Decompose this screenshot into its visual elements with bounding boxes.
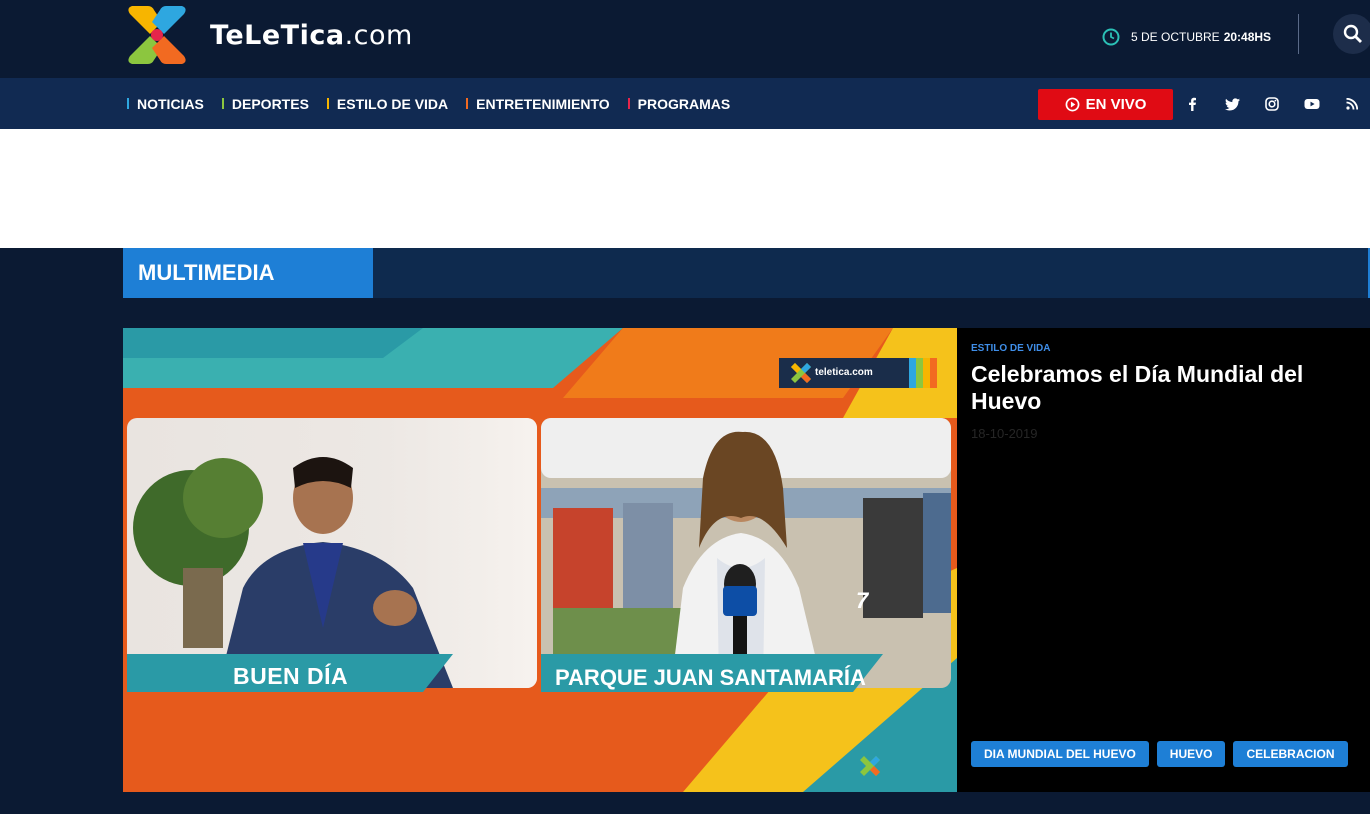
nav-item-label: NOTICIAS [137, 95, 204, 112]
play-circle-icon [1065, 97, 1079, 112]
nav-item-label: DEPORTES [231, 95, 309, 112]
video-caption-left: BUEN DÍA [233, 663, 349, 689]
video-logo-bug-text: teletica.com [815, 367, 873, 378]
search-button[interactable] [1333, 14, 1370, 54]
facebook-icon [1189, 97, 1196, 111]
nav-item-estilo-de-vida[interactable]: ESTILO DE VIDA [326, 95, 449, 112]
live-button[interactable]: EN VIVO [1038, 89, 1173, 120]
nav-accent-bar [466, 98, 469, 109]
nav-item-label: PROGRAMAS [637, 95, 731, 112]
nav-accent-bar [627, 98, 630, 109]
logo-wordmark: TeLeTica.com [210, 19, 413, 51]
top-header: TeLeTica.com 5 DE OCTUBRE 20:48HS [0, 0, 1370, 78]
nav-item-programas[interactable]: PROGRAMAS [627, 95, 731, 112]
nav-item-entretenimiento[interactable]: ENTRETENIMIENTO [466, 96, 610, 112]
facebook-link[interactable] [1182, 94, 1202, 114]
nav-item-deportes[interactable]: DEPORTES [221, 95, 309, 112]
nav-item-noticias[interactable]: NOTICIAS [127, 96, 204, 112]
nav-accent-bar [326, 98, 329, 109]
teletica-x-logo-icon [128, 6, 186, 64]
current-time: 20:48HS [1223, 30, 1272, 44]
microphone-flag-number: 7 [856, 588, 869, 613]
teletica-logo[interactable]: TeLeTica.com [122, 0, 413, 70]
header-divider [1298, 14, 1299, 54]
date-time-display: 5 DE OCTUBRE 20:48HS [1102, 28, 1271, 46]
video-frame-graphic [123, 328, 957, 792]
advertisement-area [0, 129, 1370, 248]
live-button-label: EN VIVO [1085, 96, 1147, 113]
clock-icon [1102, 28, 1120, 46]
video-caption-right: PARQUE JUAN SANTAMARÍA [555, 665, 866, 690]
section-title: MULTIMEDIA [138, 260, 275, 285]
nav-accent-bar [221, 98, 224, 109]
current-date: 5 DE OCTUBRE [1131, 30, 1220, 44]
nav-accent-bar [127, 98, 129, 109]
featured-article-info: ESTILO DE VIDA Celebramos el Día Mundial… [957, 328, 1370, 792]
twitter-icon [1224, 97, 1240, 110]
nav-item-label: ESTILO DE VIDA [336, 95, 449, 112]
section-title-tab[interactable]: MULTIMEDIA [123, 248, 373, 298]
article-headline[interactable]: Celebramos el Día Mundial del Huevo [971, 361, 1351, 415]
featured-video-player[interactable]: BUEN DÍA PARQUE JUAN SANTAMARÍA teletica… [123, 328, 957, 792]
twitter-link[interactable] [1222, 94, 1242, 114]
rss-link[interactable] [1342, 94, 1362, 114]
article-tags: DIA MUNDIAL DEL HUEVO HUEVO CELEBRACION [971, 741, 1356, 767]
nav-item-label: ENTRETENIMIENTO [476, 95, 610, 112]
youtube-link[interactable] [1302, 94, 1322, 114]
article-date: 18-10-2019 [971, 426, 1038, 441]
tag-celebracion[interactable]: CELEBRACION [1233, 741, 1348, 767]
tag-huevo[interactable]: HUEVO [1156, 741, 1226, 767]
search-icon [1343, 24, 1362, 43]
rss-icon [1346, 98, 1358, 110]
tag-dia-mundial-del-huevo[interactable]: DIA MUNDIAL DEL HUEVO [971, 741, 1149, 767]
instagram-icon [1265, 97, 1279, 111]
article-category[interactable]: ESTILO DE VIDA [971, 343, 1050, 354]
instagram-link[interactable] [1262, 94, 1282, 114]
nav-menu: NOTICIAS DEPORTES ESTILO DE VIDA ENTRETE… [127, 78, 748, 129]
youtube-icon [1304, 99, 1320, 109]
